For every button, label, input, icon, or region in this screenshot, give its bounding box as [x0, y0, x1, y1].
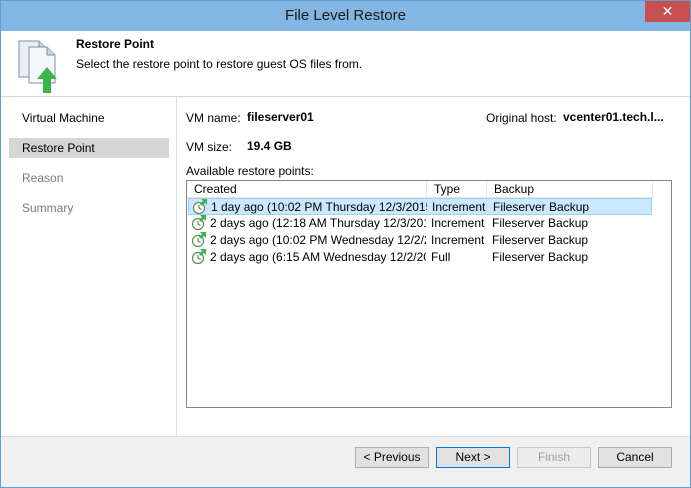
- list-header: Created Type Backup: [187, 181, 653, 198]
- row-backup: Fileserver Backup: [492, 250, 589, 264]
- vm-name-value: fileserver01: [247, 110, 314, 124]
- restore-point-clock-icon: [191, 232, 206, 248]
- restore-point-clock-icon: [191, 215, 206, 231]
- vm-size-value: 19.4 GB: [247, 139, 292, 153]
- wizard-content: VM name: fileserver01 Original host: vce…: [177, 97, 690, 436]
- column-type[interactable]: Type: [427, 181, 487, 198]
- step-summary: Summary: [22, 201, 74, 215]
- step-reason: Reason: [22, 171, 64, 185]
- title-bar[interactable]: File Level Restore ✕: [1, 1, 690, 31]
- footer-separator: [1, 436, 690, 437]
- file-level-restore-window: File Level Restore ✕ Restore Point Selec…: [0, 0, 691, 488]
- vm-name-label: VM name:: [186, 111, 241, 125]
- close-icon: ✕: [661, 3, 674, 19]
- row-type: Increment: [431, 216, 485, 230]
- previous-button[interactable]: < Previous: [355, 447, 429, 468]
- row-backup: Fileserver Backup: [492, 216, 589, 230]
- close-button[interactable]: ✕: [645, 1, 690, 22]
- step-restore-point[interactable]: Restore Point: [9, 138, 169, 158]
- restore-point-row[interactable]: 2 days ago (12:18 AM Thursday 12/3/2015)…: [188, 215, 652, 232]
- wizard-steps-sidebar: Virtual Machine Restore Point Reason Sum…: [1, 97, 177, 436]
- cancel-button[interactable]: Cancel: [598, 447, 672, 468]
- next-button[interactable]: Next >: [436, 447, 510, 468]
- row-type: Increment: [432, 200, 486, 214]
- restore-point-row[interactable]: 2 days ago (6:15 AM Wednesday 12/2/20...…: [188, 249, 652, 266]
- row-created: 1 day ago (10:02 PM Thursday 12/3/2015): [211, 200, 427, 214]
- restore-points-label: Available restore points:: [186, 164, 314, 178]
- original-host-label: Original host:: [486, 111, 557, 125]
- row-created: 2 days ago (10:02 PM Wednesday 12/2/2...: [210, 233, 426, 247]
- column-created[interactable]: Created: [187, 181, 427, 198]
- original-host-value: vcenter01.tech.l...: [563, 110, 664, 124]
- row-backup: Fileserver Backup: [492, 233, 589, 247]
- row-backup: Fileserver Backup: [493, 200, 590, 214]
- restore-document-icon: [18, 40, 57, 93]
- step-virtual-machine[interactable]: Virtual Machine: [9, 108, 169, 128]
- restore-point-clock-icon: [192, 199, 207, 215]
- wizard-header: Restore Point Select the restore point t…: [1, 31, 690, 97]
- vm-size-label: VM size:: [186, 140, 233, 154]
- restore-point-clock-icon: [191, 249, 206, 265]
- restore-point-row[interactable]: 1 day ago (10:02 PM Thursday 12/3/2015) …: [188, 198, 652, 215]
- finish-button: Finish: [517, 447, 591, 468]
- restore-points-list[interactable]: Created Type Backup 1 day ago (10:02 PM …: [186, 180, 672, 408]
- window-title: File Level Restore: [285, 7, 406, 24]
- row-created: 2 days ago (12:18 AM Thursday 12/3/2015): [210, 216, 426, 230]
- restore-point-row[interactable]: 2 days ago (10:02 PM Wednesday 12/2/2...…: [188, 232, 652, 249]
- column-backup[interactable]: Backup: [487, 181, 653, 198]
- step-description: Select the restore point to restore gues…: [76, 57, 363, 71]
- step-title: Restore Point: [76, 37, 155, 51]
- row-type: Increment: [431, 233, 485, 247]
- row-type: Full: [431, 250, 451, 264]
- row-created: 2 days ago (6:15 AM Wednesday 12/2/20...: [210, 250, 426, 264]
